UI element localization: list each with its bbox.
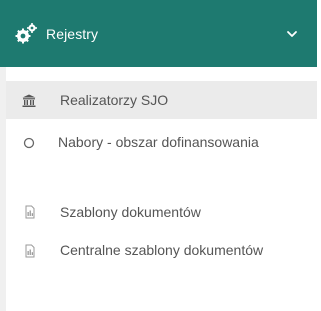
registry-menu-title: Rejestry xyxy=(46,25,99,42)
registry-submenu: Realizatorzy SJO Nabory - obszar dofinan… xyxy=(0,67,317,311)
registry-menu-header[interactable]: Rejestry xyxy=(0,0,317,67)
menu-item-szablony-dokumentow[interactable]: Szablony dokumentów xyxy=(6,199,317,227)
chevron-down-icon[interactable] xyxy=(285,27,299,41)
menu-item-centralne-szablony[interactable]: Centralne szablony dokumentów xyxy=(6,237,317,289)
menu-item-label: Szablony dokumentów xyxy=(60,204,201,220)
menu-item-label: Centralne szablony dokumentów xyxy=(60,242,264,258)
cogs-icon xyxy=(14,22,38,46)
menu-item-nabory[interactable]: Nabory - obszar dofinansowania xyxy=(6,129,317,181)
menu-item-realizatorzy-sjo[interactable]: Realizatorzy SJO xyxy=(6,81,317,119)
registry-menu-panel: Rejestry Realizatorzy SJO Nabory - obsza… xyxy=(0,0,321,311)
menu-item-label: Nabory - obszar dofinansowania xyxy=(58,134,259,150)
menu-item-label: Realizatorzy SJO xyxy=(60,92,169,108)
